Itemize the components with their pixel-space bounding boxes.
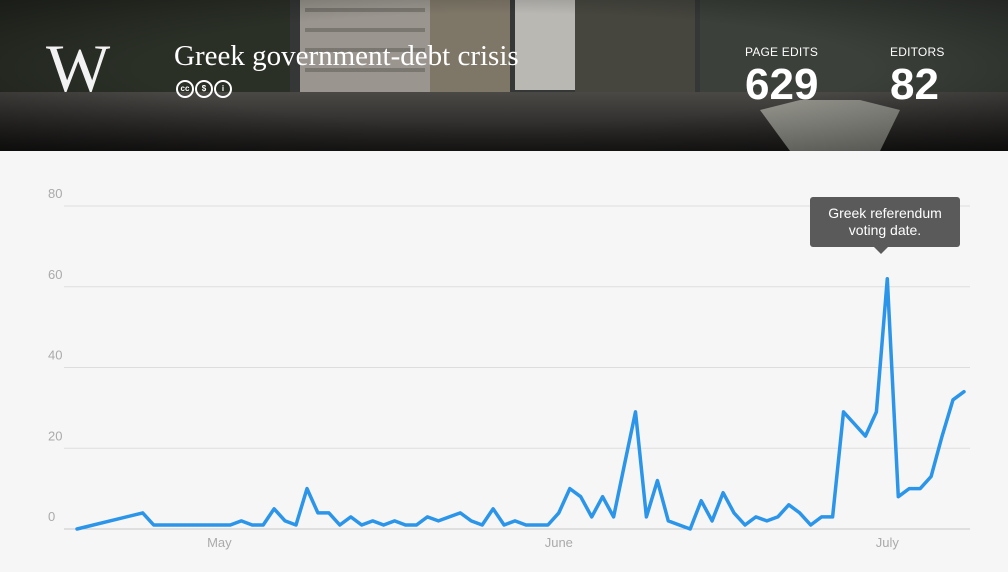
- editors-label: EDITORS: [890, 45, 945, 59]
- page-edits-stat: PAGE EDITS 629: [745, 45, 818, 107]
- editors-stat: EDITORS 82: [890, 45, 945, 107]
- header-banner: W Greek government-debt crisis cc $ i PA…: [0, 0, 1008, 151]
- attribution-icon: i: [214, 80, 232, 98]
- creative-commons-icon: cc: [176, 80, 194, 98]
- y-tick-label: 60: [48, 267, 62, 282]
- header-photo: [0, 0, 1008, 151]
- x-tick-label: July: [876, 535, 900, 550]
- wikipedia-logo: W: [46, 30, 110, 106]
- annotation-line-2: voting date.: [848, 222, 922, 238]
- license-icons: cc $ i: [176, 80, 232, 98]
- edits-series-line: [75, 276, 966, 531]
- non-commercial-icon: $: [195, 80, 213, 98]
- y-tick-label: 80: [48, 186, 62, 201]
- page-edits-label: PAGE EDITS: [745, 45, 819, 59]
- annotation-line-1: Greek referendum: [828, 205, 942, 221]
- x-tick-label: May: [207, 535, 232, 550]
- y-tick-label: 0: [48, 509, 55, 524]
- page-title: Greek government-debt crisis: [174, 40, 519, 72]
- page-edits-value: 629: [745, 60, 819, 109]
- x-tick-label: June: [545, 535, 573, 550]
- editors-value: 82: [890, 60, 939, 109]
- referendum-annotation: Greek referendum voting date.: [810, 197, 960, 254]
- y-tick-label: 40: [48, 348, 62, 363]
- y-tick-label: 20: [48, 428, 62, 443]
